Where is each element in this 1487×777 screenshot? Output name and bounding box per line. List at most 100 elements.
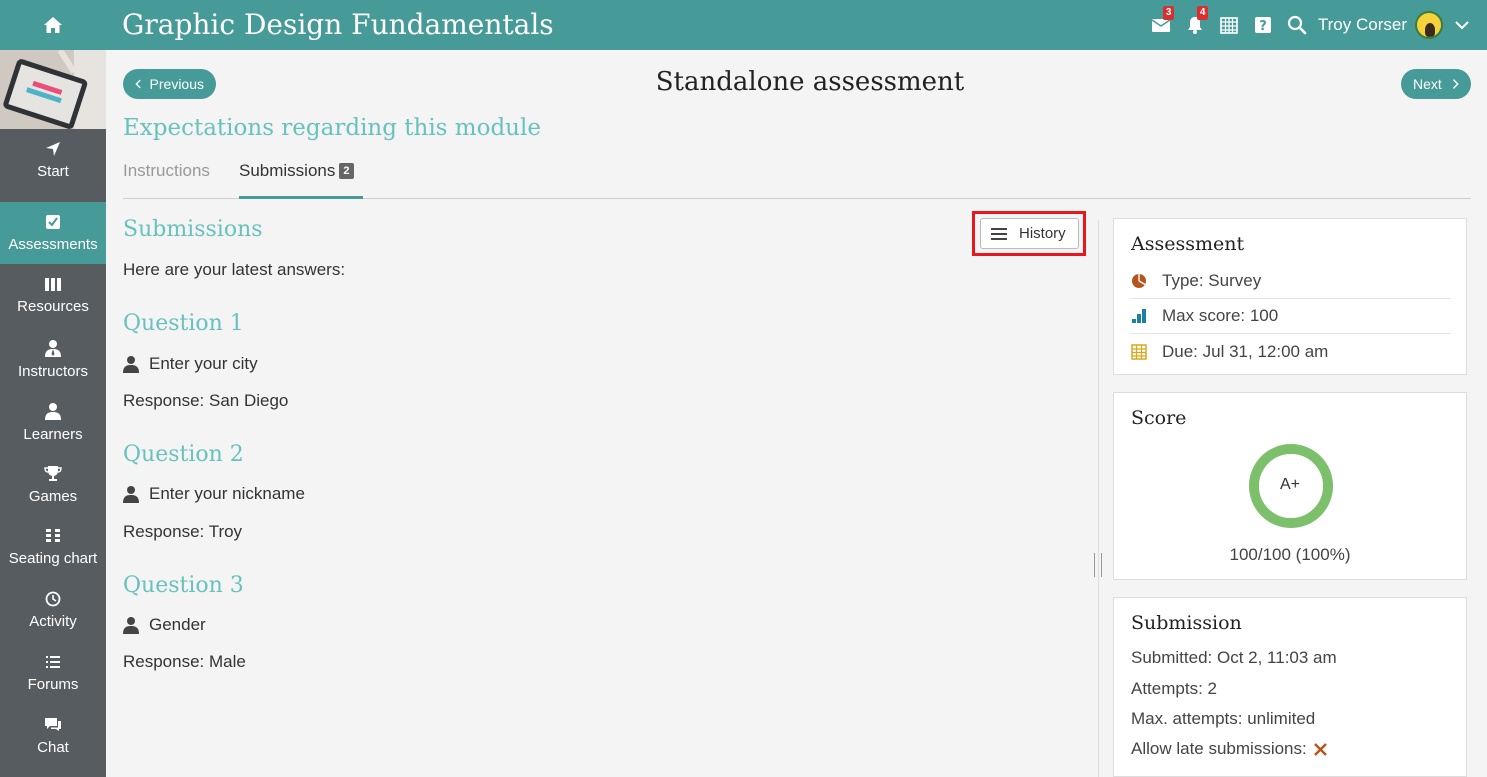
mail-badge: 3 (1162, 6, 1175, 20)
assessment-card: Assessment Type: Survey Max score: 100 D… (1113, 218, 1467, 375)
avatar[interactable] (1415, 11, 1443, 39)
sidebar-item-learners[interactable]: Learners (0, 390, 106, 452)
module-title[interactable]: Expectations regarding this module (123, 115, 541, 141)
score-grade: A+ (1279, 476, 1300, 493)
submissions-count-badge: 2 (339, 163, 354, 179)
score-card-title: Score (1131, 407, 1187, 429)
course-title[interactable]: Graphic Design Fundamentals (122, 8, 554, 41)
sidebar-item-instructors[interactable]: Instructors (0, 327, 106, 389)
previous-label: Previous (149, 76, 204, 92)
user-icon (45, 403, 61, 420)
menu-icon (991, 227, 1007, 240)
question-response: Response: Troy (123, 522, 243, 541)
submitted-date: Submitted: Oct 2, 11:03 am (1131, 648, 1337, 667)
trophy-icon (44, 466, 62, 481)
question-prompt: Gender (123, 615, 206, 635)
chat-icon (45, 718, 61, 731)
chevron-left-icon (135, 79, 141, 89)
list-icon (46, 656, 60, 668)
submission-card-title: Submission (1131, 612, 1242, 634)
next-label: Next (1413, 76, 1442, 92)
help-icon: ? (1254, 17, 1271, 34)
sidebar-item-chat[interactable]: Chat (0, 705, 106, 767)
notifications-button[interactable]: 4 (1178, 0, 1212, 50)
chevron-down-icon[interactable] (1455, 20, 1469, 30)
submissions-intro: Here are your latest answers: (123, 260, 346, 279)
late-submissions-row: Allow late submissions: (1131, 739, 1328, 759)
next-button[interactable]: Next (1401, 69, 1471, 99)
page-title: Standalone assessment (655, 67, 965, 97)
calendar-button[interactable] (1212, 0, 1246, 50)
cross-icon (1313, 742, 1327, 756)
user-icon (123, 356, 139, 373)
search-icon (1287, 15, 1307, 35)
tab-submissions[interactable]: Submissions 2 (239, 158, 363, 199)
assessment-type: Type: Survey (1162, 271, 1262, 290)
sidebar: Start Assessments Resources Instructors … (0, 50, 106, 777)
bar-chart-icon (1132, 309, 1146, 323)
assessment-max-score-row: Max score: 100 (1131, 299, 1451, 334)
sidebar-item-label: Games (28, 488, 78, 505)
tab-instructions[interactable]: Instructions (123, 158, 210, 199)
course-thumbnail[interactable] (0, 50, 106, 129)
sidebar-item-activity[interactable]: Activity (0, 579, 106, 641)
question-prompt-text: Gender (149, 615, 206, 634)
history-highlight-box: History (972, 211, 1086, 256)
submission-card: Submission Submitted: Oct 2, 11:03 am At… (1113, 597, 1467, 777)
sidebar-item-assessments[interactable]: Assessments (0, 202, 106, 264)
home-icon (44, 17, 62, 33)
assessment-type-row: Type: Survey (1131, 264, 1451, 299)
tab-bar: Instructions Submissions 2 (123, 158, 1471, 199)
home-button[interactable] (0, 0, 106, 50)
sidebar-item-label: Assessments (8, 236, 98, 253)
sidebar-item-label: Instructors (17, 363, 89, 380)
sidebar-item-label: Chat (37, 739, 69, 756)
tab-label: Submissions (239, 161, 336, 180)
previous-button[interactable]: Previous (123, 69, 216, 99)
sidebar-item-label: Resources (17, 298, 89, 315)
chevron-right-icon (1452, 79, 1459, 89)
instructor-icon (45, 340, 61, 357)
clock-icon (45, 591, 61, 607)
pie-chart-icon (1132, 274, 1146, 288)
sidebar-item-label: Activity (29, 613, 77, 630)
assessment-card-title: Assessment (1131, 233, 1245, 255)
seating-chart-icon (46, 529, 60, 542)
calendar-icon (1131, 343, 1147, 360)
user-icon (123, 486, 139, 503)
attempts-count: Attempts: 2 (1131, 679, 1217, 698)
calendar-icon (1220, 17, 1238, 34)
sidebar-item-seating-chart[interactable]: Seating chart (0, 516, 106, 578)
search-button[interactable] (1280, 0, 1314, 50)
sidebar-item-start[interactable]: Start (0, 129, 106, 191)
history-button[interactable]: History (980, 218, 1079, 249)
top-bar: Graphic Design Fundamentals 3 4 ? Troy C… (0, 0, 1487, 50)
top-icons: 3 4 ? Troy Corser (1144, 0, 1487, 50)
max-attempts: Max. attempts: unlimited (1131, 709, 1316, 728)
question-prompt: Enter your city (123, 354, 258, 374)
books-icon (45, 278, 61, 291)
sidebar-item-resources[interactable]: Resources (0, 264, 106, 326)
question-response: Response: San Diego (123, 391, 289, 410)
help-button[interactable]: ? (1246, 0, 1280, 50)
resize-handle[interactable] (1094, 553, 1102, 577)
sidebar-item-games[interactable]: Games (0, 453, 106, 515)
question-response: Response: Male (123, 652, 246, 671)
sidebar-item-label: Forums (27, 676, 79, 693)
checkbox-icon (46, 215, 60, 229)
score-text: 100/100 (100%) (1229, 545, 1351, 564)
submissions-heading: Submissions (123, 217, 263, 242)
messages-button[interactable]: 3 (1144, 0, 1178, 50)
question-title: Question 3 (123, 573, 244, 598)
sidebar-item-forums[interactable]: Forums (0, 642, 106, 704)
sidebar-item-label: Start (37, 163, 69, 180)
course-image (0, 50, 106, 129)
question-prompt-text: Enter your nickname (149, 484, 305, 503)
sidebar-item-label: Learners (23, 426, 83, 443)
question-prompt: Enter your nickname (123, 484, 305, 504)
panel-divider (1098, 220, 1099, 777)
user-name[interactable]: Troy Corser (1318, 15, 1407, 35)
assessment-due-row: Due: Jul 31, 12:00 am (1131, 334, 1451, 369)
sidebar-item-label: Seating chart (8, 550, 98, 567)
question-title: Question 2 (123, 442, 244, 467)
